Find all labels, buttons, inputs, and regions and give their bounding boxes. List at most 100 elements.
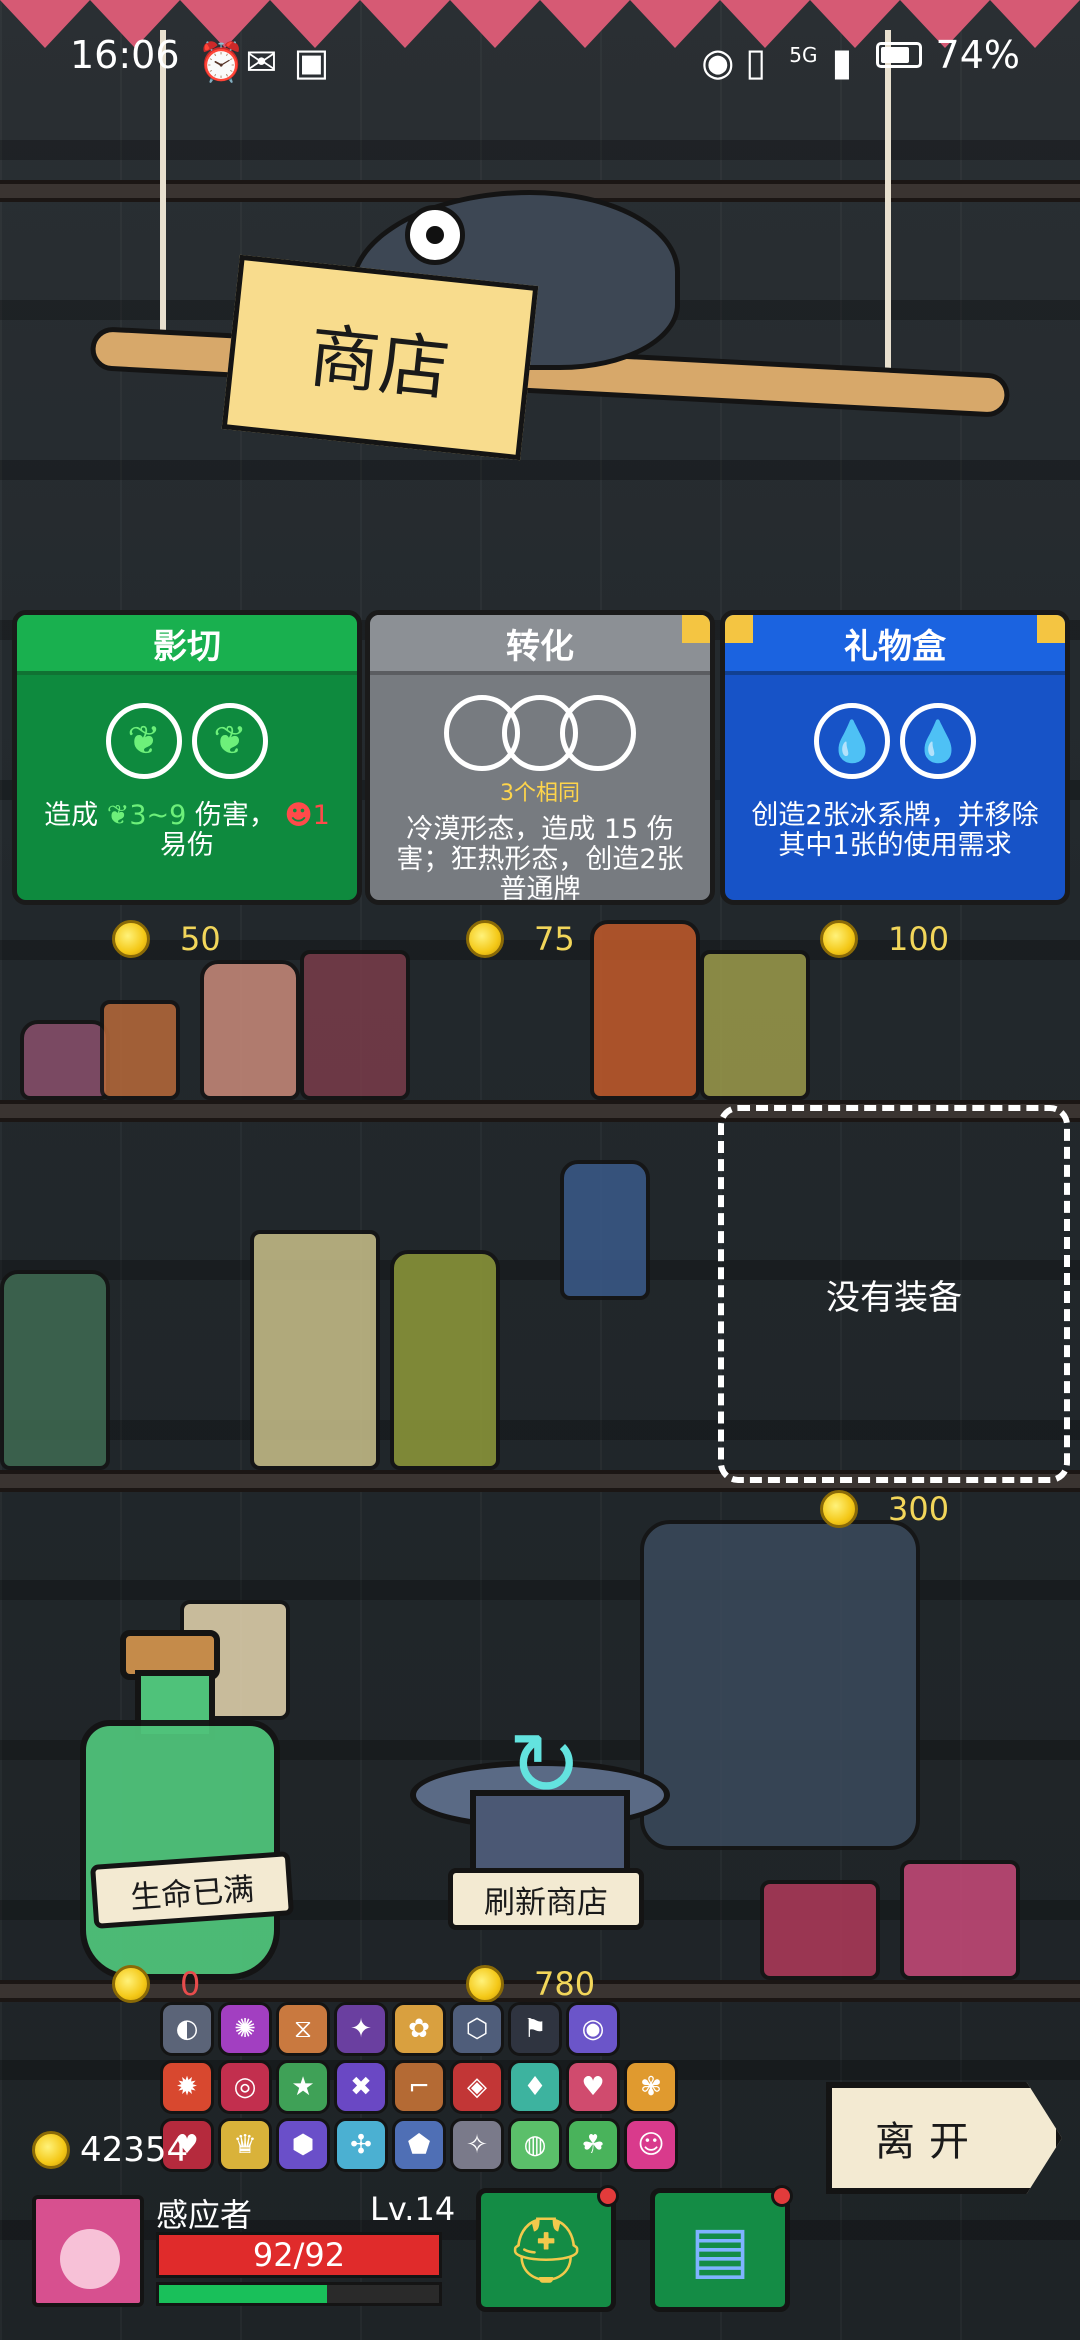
- battery-percent: 74%: [935, 33, 1020, 77]
- coin-icon: [820, 920, 858, 958]
- relic-icon[interactable]: ⬡: [450, 2002, 504, 2056]
- card-description: 造成 ❦3~9 伤害， ☻1 易伤: [44, 800, 330, 861]
- decor-jar: [700, 950, 810, 1100]
- player-name: 感应者: [156, 2196, 253, 2234]
- app-notification-icon: ▣: [293, 40, 330, 84]
- card-description: 冷漠形态，造成 15 伤害；狂热形态，创造2张普通牌: [396, 814, 684, 905]
- player-level: Lv.14: [370, 2190, 456, 2228]
- refresh-shop-button[interactable]: 刷新商店: [448, 1868, 644, 1930]
- decor-bottle: [560, 1160, 650, 1300]
- decor-jar: [250, 1230, 380, 1470]
- vulnerable-value: 1: [312, 800, 330, 831]
- chat-icon: ✉: [245, 40, 278, 84]
- vibrate-icon: ▯: [745, 40, 767, 84]
- heal-potion-button[interactable]: [80, 1720, 280, 1980]
- relic-icon[interactable]: ✺: [218, 2002, 272, 2056]
- relic-icon[interactable]: ✹: [160, 2060, 214, 2114]
- coin-icon: [466, 1965, 504, 2003]
- relic-icon[interactable]: ⬟: [392, 2118, 446, 2172]
- shop-sign: 商店: [221, 254, 539, 461]
- coin-icon: [112, 1965, 150, 2003]
- deck-menu-button[interactable]: ▤: [650, 2185, 793, 2312]
- decor-jar: [640, 1520, 920, 1850]
- relic-icon[interactable]: ⌐: [392, 2060, 446, 2114]
- card-shadow-cut[interactable]: 影切 ❦ ❦ 造成 ❦3~9 伤害， ☻1 易伤: [12, 610, 362, 905]
- relic-icon[interactable]: ⬢: [276, 2118, 330, 2172]
- relic-icon[interactable]: ✾: [624, 2060, 678, 2114]
- heal-price: 0: [112, 1965, 200, 2003]
- alarm-icon: ⏰: [197, 40, 245, 84]
- coin-icon: [112, 920, 150, 958]
- notification-dot: [771, 2185, 793, 2207]
- signal-icon: ▮: [831, 40, 853, 84]
- gold-total: 42354: [32, 2130, 188, 2170]
- card-energy-cost: 💧 💧: [725, 703, 1065, 779]
- refresh-price: 780: [466, 1965, 595, 2003]
- notification-dot: [597, 2185, 619, 2207]
- crow-eye: [405, 205, 465, 265]
- relic-icon[interactable]: ♦: [508, 2060, 562, 2114]
- battery-icon: [875, 42, 922, 68]
- card-energy-cost: ❦ ❦: [17, 703, 357, 779]
- coin-icon: [32, 2131, 70, 2169]
- relics-grid: ◐ ✺ ⧖ ✦ ✿ ⬡ ⚑ ◉ ✹ ◎ ★ ✖ ⌐ ◈ ♦ ♥ ✾ ♥ ♛ ⬢ ✣ ⬟ ✧ ◍ ☘ ☺: [160, 2002, 680, 2172]
- coin-icon: [820, 1490, 858, 1528]
- status-time: 16:06: [70, 33, 180, 77]
- relic-icon[interactable]: ◐: [160, 2002, 214, 2056]
- damage-range: 3~9: [129, 800, 187, 831]
- leaf-orb-icon: ❦: [106, 703, 182, 779]
- card-title: 影切: [17, 615, 357, 675]
- coin-icon: [466, 920, 504, 958]
- equipment-slot[interactable]: 没有装备: [718, 1105, 1070, 1483]
- relic-icon[interactable]: ◎: [218, 2060, 272, 2114]
- card-corner: [682, 615, 710, 643]
- relic-icon[interactable]: ☘: [566, 2118, 620, 2172]
- relic-icon[interactable]: ♛: [218, 2118, 272, 2172]
- card-gift-box[interactable]: 礼物盒 💧 💧 创造2张冰系牌，并移除其中1张的使用需求: [720, 610, 1070, 905]
- relic-icon[interactable]: ♥: [566, 2060, 620, 2114]
- cards-icon: ▤: [689, 2213, 751, 2287]
- xp-bar: [156, 2282, 442, 2306]
- relic-icon[interactable]: ◉: [566, 2002, 620, 2056]
- relic-icon[interactable]: ✧: [450, 2118, 504, 2172]
- card-transform[interactable]: 转化 3个相同 冷漠形态，造成 15 伤害；狂热形态，创造2张普通牌: [365, 610, 715, 905]
- relic-icon[interactable]: ⧖: [276, 2002, 330, 2056]
- hp-bar: 92/92: [156, 2232, 442, 2278]
- relic-icon[interactable]: ◍: [508, 2118, 562, 2172]
- decor-bottle: [200, 960, 300, 1100]
- relic-icon[interactable]: ✣: [334, 2118, 388, 2172]
- gold-amount: 42354: [80, 2130, 189, 2170]
- relic-icon[interactable]: ⚑: [508, 2002, 562, 2056]
- card-corner: [725, 615, 753, 643]
- network-type: 5G: [789, 43, 818, 67]
- relic-icon[interactable]: ✖: [334, 2060, 388, 2114]
- card-requirement: 3个相同: [500, 781, 580, 806]
- decor-jar: [760, 1880, 880, 1980]
- xp-fill: [159, 2285, 327, 2303]
- relic-icon[interactable]: ◈: [450, 2060, 504, 2114]
- hp-value: 92/92: [252, 2236, 346, 2274]
- decor-bottle: [20, 1020, 110, 1100]
- equipment-price: 300: [820, 1490, 949, 1528]
- relic-icon[interactable]: ✿: [392, 2002, 446, 2056]
- equipment-menu-button[interactable]: ⛑: [476, 2185, 619, 2312]
- card-energy-cost: [370, 695, 710, 771]
- relic-icon: [624, 2002, 678, 2056]
- status-bar: 16:06 ⏰ ✉ ▣ ◉ ▯ 5G ▮ 74%: [0, 0, 1080, 110]
- decor-jar: [300, 950, 410, 1100]
- relic-icon[interactable]: ★: [276, 2060, 330, 2114]
- relic-icon[interactable]: ✦: [334, 2002, 388, 2056]
- decor-bottle: [0, 1270, 110, 1470]
- card-title: 礼物盒: [725, 615, 1065, 675]
- equipment-empty-label: 没有装备: [826, 1277, 962, 1318]
- decor-jar: [100, 1000, 180, 1100]
- avatar[interactable]: [32, 2195, 144, 2307]
- refresh-icon[interactable]: ↻: [495, 1715, 595, 1815]
- leave-button[interactable]: 离开: [826, 2082, 1062, 2194]
- vulnerable-icon: ☻: [284, 800, 313, 831]
- empty-orb-icon: [560, 695, 636, 771]
- water-drop-orb-icon: 💧: [814, 703, 890, 779]
- relic-icon[interactable]: ☺: [624, 2118, 678, 2172]
- eye-icon: ◉: [701, 40, 735, 84]
- card-price: 75: [466, 920, 575, 958]
